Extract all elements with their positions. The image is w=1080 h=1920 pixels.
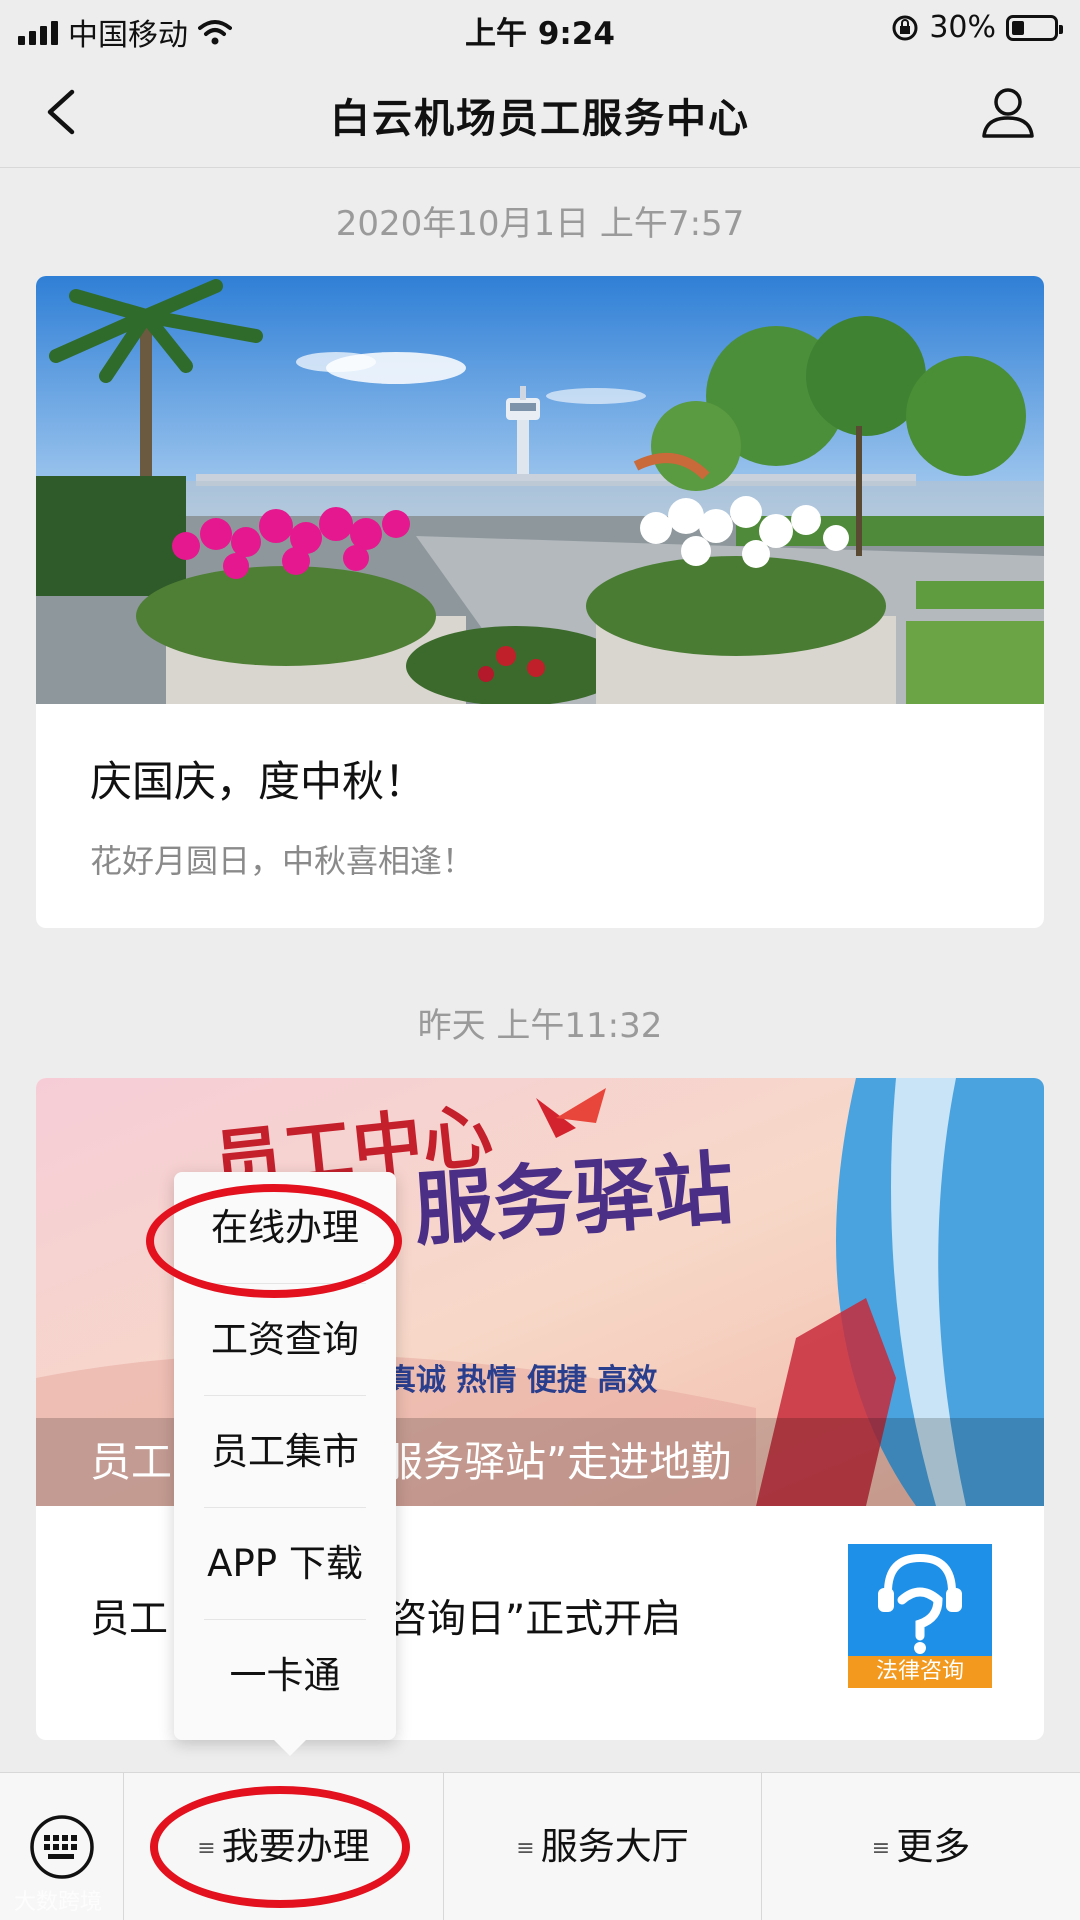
menu-item-salary-query[interactable]: 工资查询 [204,1284,366,1396]
battery-icon [1006,14,1063,41]
user-icon[interactable] [978,82,1038,142]
airport-garden-banner [36,276,1044,704]
article-subtitle: 花好月圆日，中秋喜相逢！ [90,842,475,880]
article-card[interactable]: 庆国庆，度中秋！ 花好月圆日，中秋喜相逢！ [36,276,1044,928]
article-title: 庆国庆，度中秋！ [90,757,427,806]
thumbnail-label: 法律咨询 [848,1656,992,1688]
watermark-text: 大数跨境 [14,1890,103,1915]
menu-item-one-card[interactable]: 一卡通 [204,1620,366,1732]
highlight-ellipse [146,1184,402,1298]
menu-lines-icon: ≡ [871,1835,891,1861]
rotation-lock-icon [892,15,918,40]
tab-label: 更多 [896,1825,971,1868]
menu-item-employee-market[interactable]: 员工集市 [204,1396,366,1508]
status-bar: 中国移动 上午 9:24 30% [0,0,1080,56]
menu-item-app-download[interactable]: APP 下载 [204,1508,366,1620]
banner-slogan: 真诚 热情 便捷 高效 [386,1363,657,1398]
legal-consult-thumbnail[interactable]: 法律咨询 [848,1544,992,1688]
nav-bar: 白云机场员工服务中心 [0,56,1080,168]
list-item-title-left: 员工 [90,1597,169,1642]
tab-service-hall[interactable]: ≡ 服务大厅 [444,1773,762,1920]
consultant-icon [878,1553,962,1654]
menu-lines-icon: ≡ [516,1835,535,1861]
tab-label: 服务大厅 [540,1825,689,1868]
banner-title-left: 员工 [90,1438,172,1486]
highlight-ellipse [150,1786,410,1908]
page-title: 白云机场员工服务中心 [330,96,750,142]
list-item-title-right: 咨询日”正式开启 [388,1597,682,1642]
message-timestamp: 昨天 上午11:32 [417,1006,663,1046]
message-timestamp: 2020年10月1日 上午7:57 [335,204,745,244]
tab-more[interactable]: ≡ 更多 [762,1773,1080,1920]
battery-percent: 30% [929,10,996,45]
banner-title-right: 服务驿站”走进地勤 [382,1438,732,1486]
